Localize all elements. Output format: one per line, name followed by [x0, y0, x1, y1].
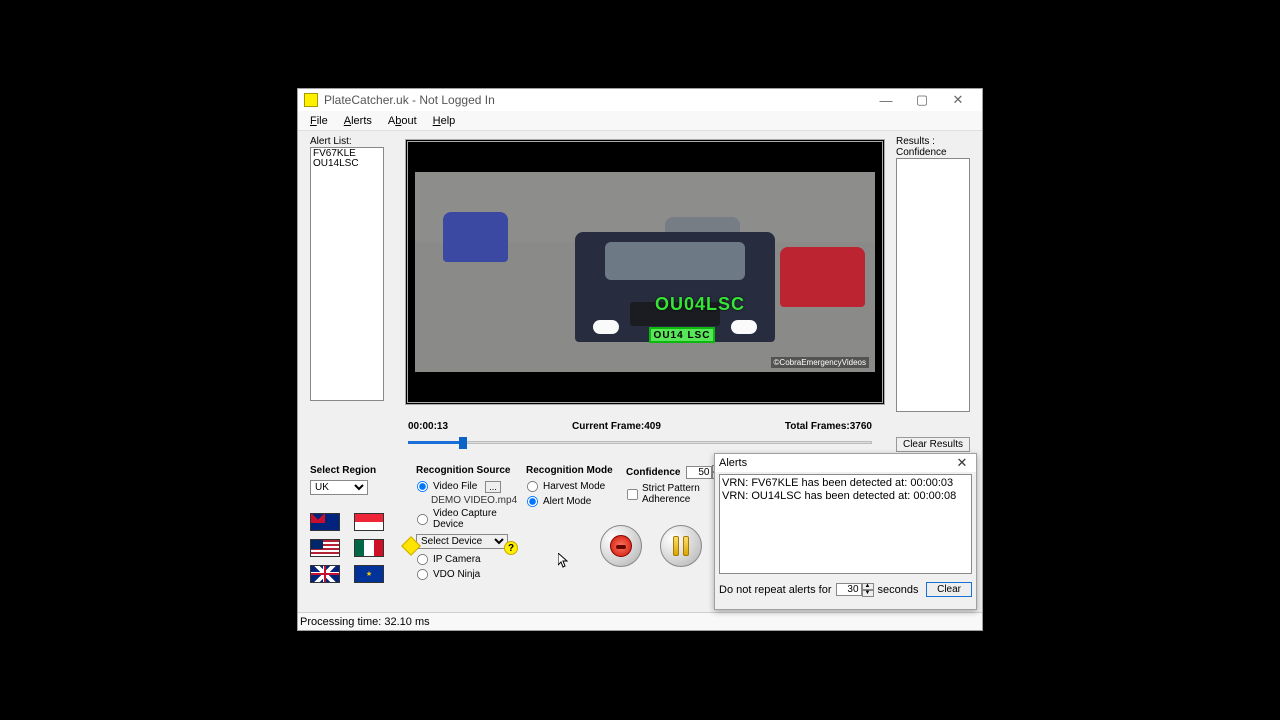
current-frame-label: Current Frame:409	[572, 421, 661, 432]
alert-list-box[interactable]: FV67KLE OU14LSC	[310, 147, 384, 401]
alert-list-panel: Alert List: FV67KLE OU14LSC	[310, 136, 384, 401]
flag-us-icon[interactable]	[310, 539, 340, 557]
source-header: Recognition Source	[416, 465, 526, 476]
titlebar[interactable]: PlateCatcher.uk - Not Logged In — ▢ ✕	[298, 89, 982, 111]
region-select[interactable]: UK	[310, 480, 368, 495]
minimize-button[interactable]: —	[868, 89, 904, 111]
scrub-row: 00:00:13 Current Frame:409 Total Frames:…	[408, 421, 872, 448]
no-repeat-stepper[interactable]: ▲▼	[836, 583, 874, 597]
capture-device-select[interactable]: Select Device	[416, 534, 508, 549]
radio-capture-label: Video Capture Device	[433, 508, 526, 530]
stop-icon	[610, 535, 632, 557]
video-scene: OU04LSC OU14 LSC ©CobraEmergencyVideos	[415, 172, 875, 372]
menu-about[interactable]: About	[380, 113, 425, 129]
alert-line: VRN: FV67KLE has been detected at: 00:00…	[722, 477, 969, 490]
selected-file-name: DEMO VIDEO.mp4	[416, 495, 526, 506]
strict-pattern-checkbox[interactable]	[627, 488, 638, 499]
no-repeat-up[interactable]: ▲	[862, 583, 874, 590]
flag-uk-icon[interactable]	[310, 565, 340, 583]
region-flags: ★	[310, 513, 398, 583]
confidence-header: Confidence	[626, 467, 680, 478]
no-repeat-down[interactable]: ▼	[862, 590, 874, 597]
results-panel: Results : Confidence	[896, 136, 970, 412]
radio-alert-label: Alert Mode	[543, 496, 591, 507]
no-repeat-suffix: seconds	[878, 584, 919, 596]
radio-vdo-ninja[interactable]	[417, 569, 428, 580]
no-repeat-input[interactable]	[836, 583, 862, 596]
plate-overlay-text: OU04LSC	[655, 294, 745, 315]
alert-list-label: Alert List:	[310, 136, 384, 147]
menu-help[interactable]: Help	[425, 113, 464, 129]
flag-au-icon[interactable]	[310, 513, 340, 531]
help-icon[interactable]: ?	[504, 541, 518, 555]
clear-results-button[interactable]: Clear Results	[896, 437, 970, 452]
status-text: Processing time: 32.10 ms	[300, 616, 430, 628]
region-header: Select Region	[310, 465, 398, 476]
flag-eu-icon[interactable]: ★	[354, 565, 384, 583]
cursor-icon	[558, 553, 570, 569]
detected-plate: OU14 LSC	[649, 327, 715, 343]
status-bar: Processing time: 32.10 ms	[298, 612, 982, 630]
alerts-title: Alerts	[719, 457, 747, 469]
stop-record-button[interactable]	[600, 525, 642, 567]
confidence-input[interactable]	[686, 466, 712, 479]
close-button[interactable]: ✕	[940, 89, 976, 111]
total-frames-label: Total Frames:3760	[785, 421, 872, 432]
mode-column: Recognition Mode Harvest Mode Alert Mode	[526, 465, 626, 510]
region-column: Select Region UK ★	[310, 465, 398, 583]
time-label: 00:00:13	[408, 421, 448, 432]
menu-alerts[interactable]: Alerts	[336, 113, 380, 129]
results-box[interactable]	[896, 158, 970, 412]
radio-capture-device[interactable]	[417, 513, 428, 524]
results-label: Results : Confidence	[896, 136, 970, 158]
flag-mx-icon[interactable]	[354, 539, 384, 557]
alerts-text-box[interactable]: VRN: FV67KLE has been detected at: 00:00…	[719, 474, 972, 574]
radio-ip-camera[interactable]	[417, 554, 428, 565]
radio-video-file[interactable]	[417, 481, 428, 492]
flag-sg-icon[interactable]	[354, 513, 384, 531]
pause-button[interactable]	[660, 525, 702, 567]
video-scrubber[interactable]	[408, 436, 872, 448]
pause-icon	[673, 536, 689, 556]
source-column: Recognition Source Video File ... DEMO V…	[416, 465, 526, 583]
alerts-clear-button[interactable]: Clear	[926, 582, 972, 597]
alert-list-item[interactable]: OU14LSC	[313, 159, 381, 169]
maximize-button[interactable]: ▢	[904, 89, 940, 111]
alerts-window: Alerts ✕ VRN: FV67KLE has been detected …	[714, 453, 977, 610]
window-title: PlateCatcher.uk - Not Logged In	[324, 93, 495, 107]
radio-alert-mode[interactable]	[527, 496, 538, 507]
menu-file[interactable]: File	[302, 113, 336, 129]
app-icon	[304, 93, 318, 107]
mode-header: Recognition Mode	[526, 465, 626, 476]
radio-vdo-ninja-label: VDO Ninja	[433, 569, 480, 580]
radio-harvest-mode[interactable]	[527, 481, 538, 492]
no-repeat-prefix: Do not repeat alerts for	[719, 584, 832, 596]
menubar: File Alerts About Help	[298, 111, 982, 131]
radio-ip-camera-label: IP Camera	[433, 554, 481, 565]
alerts-titlebar[interactable]: Alerts ✕	[715, 454, 976, 472]
video-watermark: ©CobraEmergencyVideos	[771, 357, 869, 368]
radio-video-file-label: Video File	[433, 481, 477, 492]
alert-line: VRN: OU14LSC has been detected at: 00:00…	[722, 490, 969, 503]
video-preview: OU04LSC OU14 LSC ©CobraEmergencyVideos	[405, 139, 885, 405]
browse-video-button[interactable]: ...	[485, 481, 501, 493]
alerts-close-button[interactable]: ✕	[952, 455, 972, 471]
radio-harvest-label: Harvest Mode	[543, 481, 605, 492]
